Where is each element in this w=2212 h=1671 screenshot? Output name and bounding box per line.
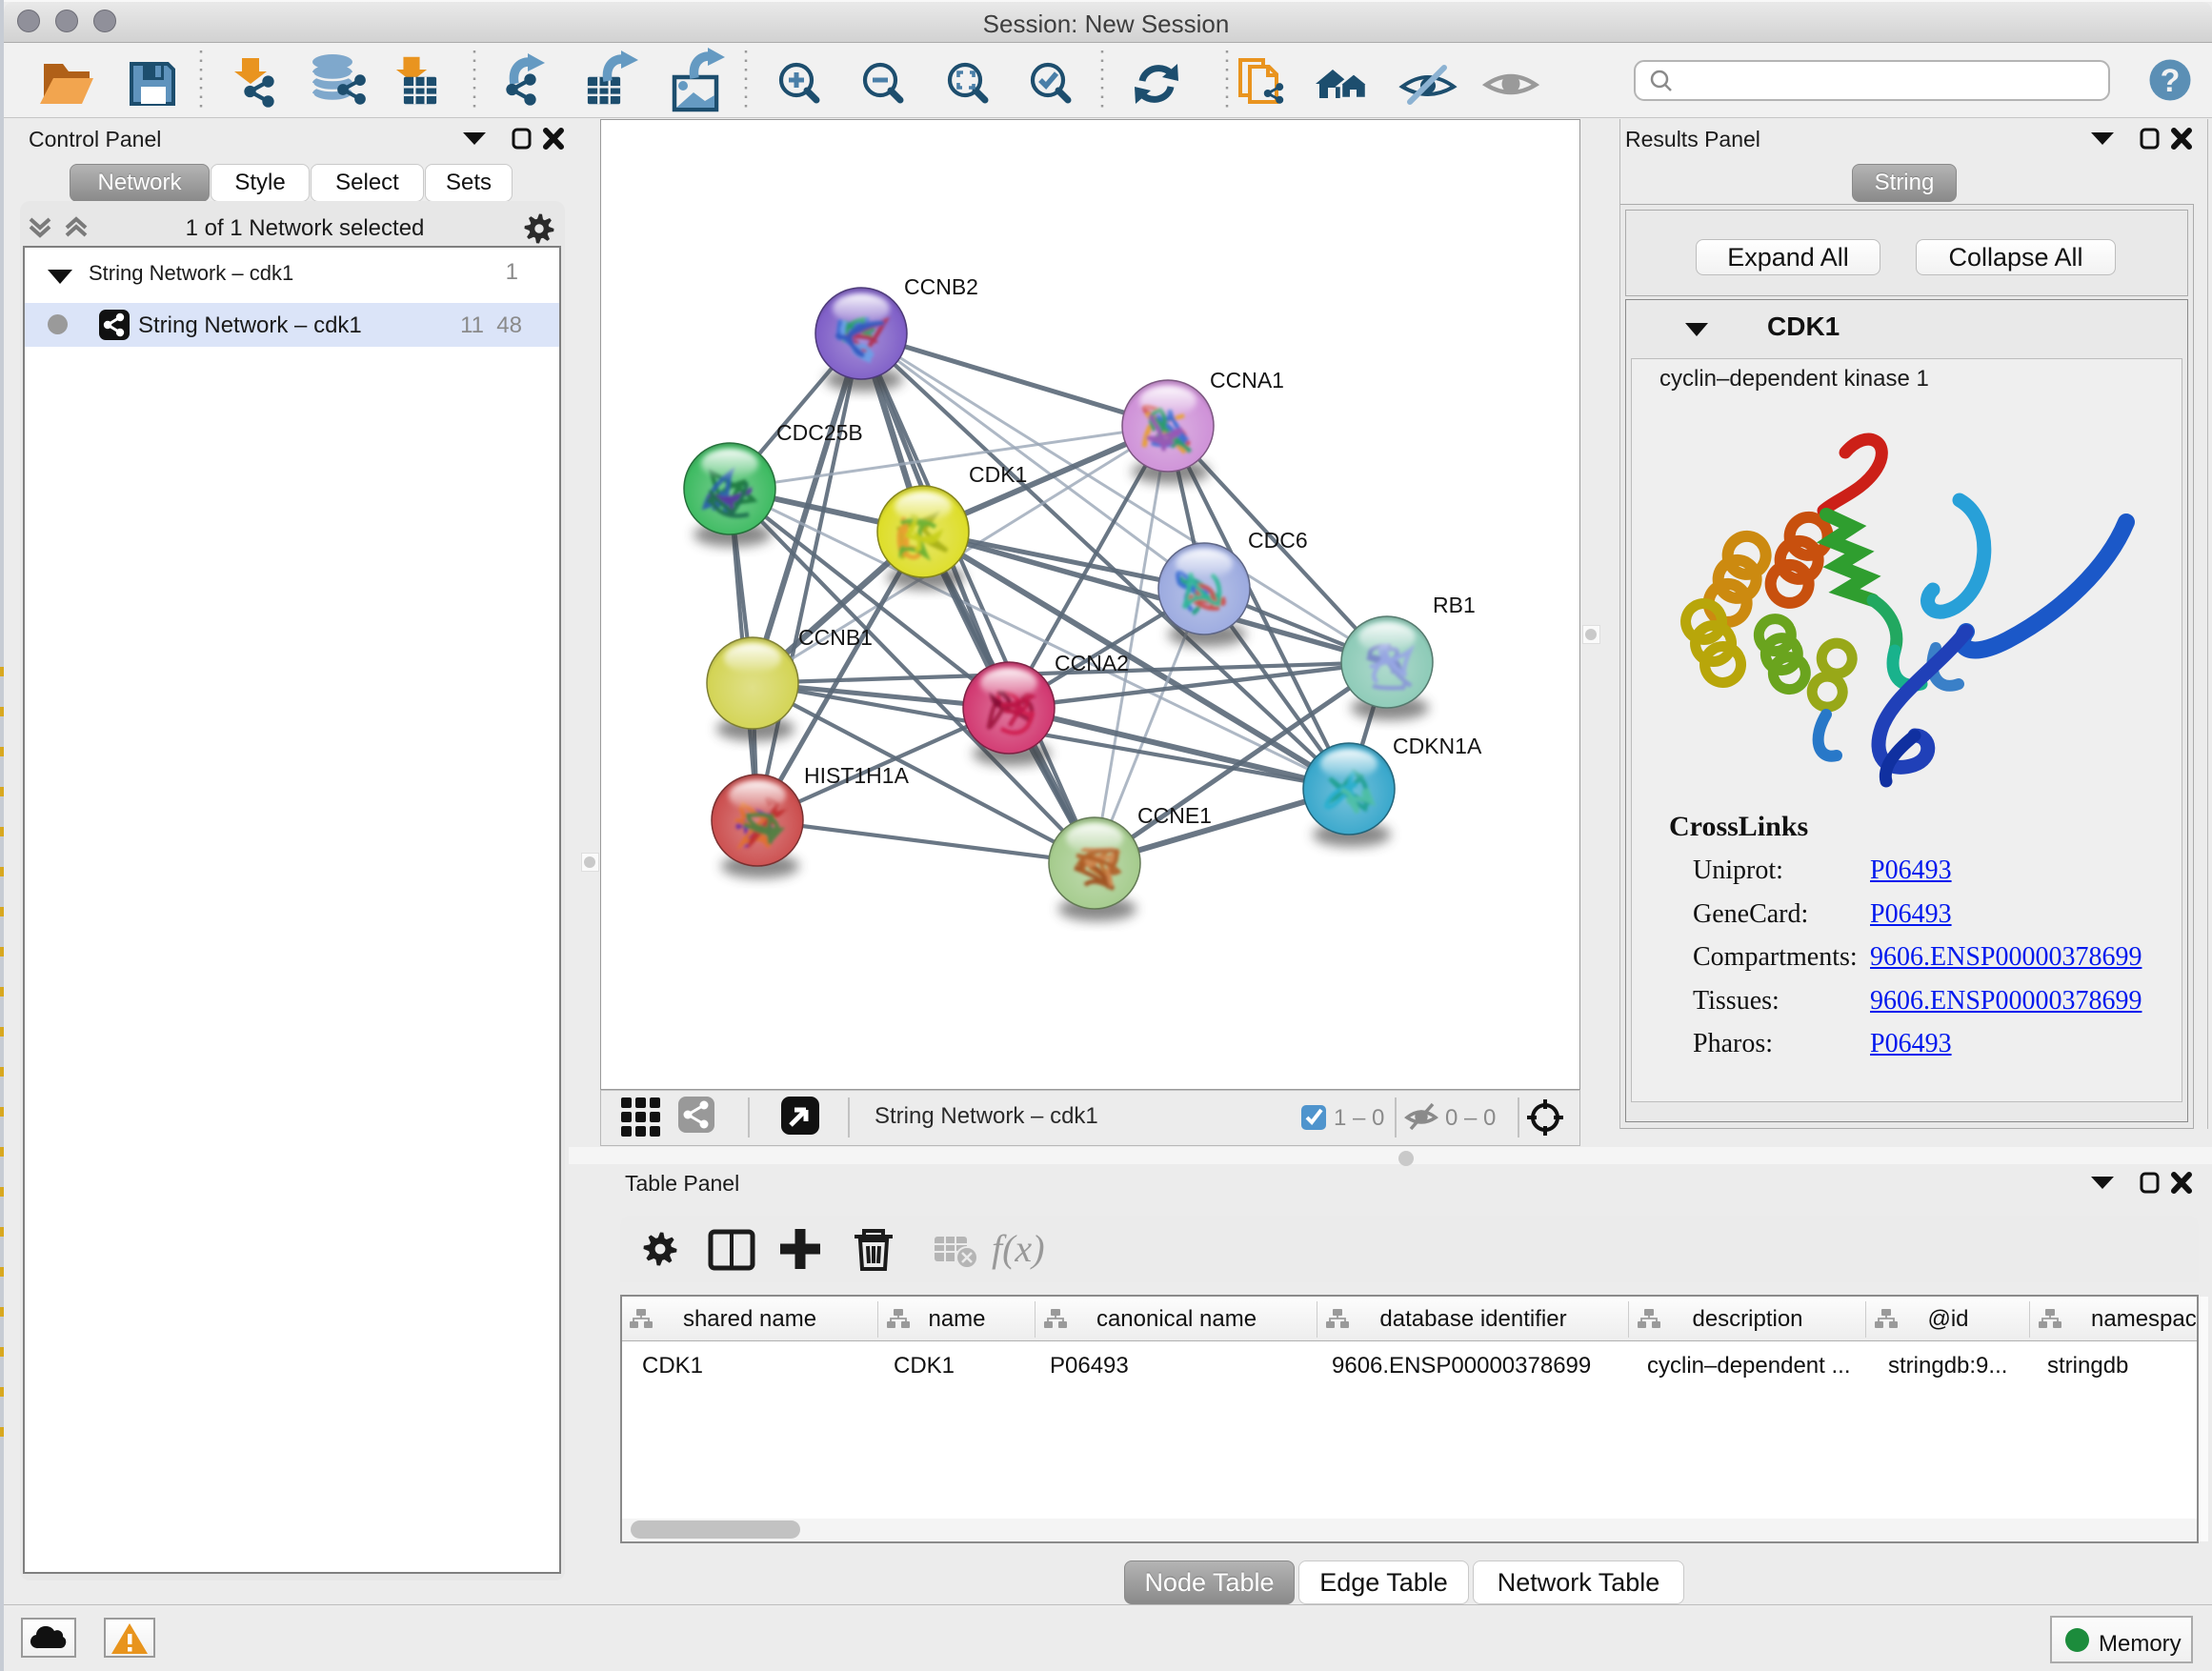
svg-text:CDK1: CDK1 <box>969 462 1027 487</box>
svg-text:CCNB1: CCNB1 <box>798 625 873 650</box>
svg-text:f(x): f(x) <box>992 1227 1045 1270</box>
svg-text:CCNA2: CCNA2 <box>1055 651 1129 675</box>
svg-text:CDKN1A: CDKN1A <box>1393 734 1482 758</box>
svg-text:HIST1H1A: HIST1H1A <box>804 763 910 788</box>
svg-text:RB1: RB1 <box>1433 593 1476 617</box>
svg-text:CDC25B: CDC25B <box>776 420 863 445</box>
svg-text:CCNA1: CCNA1 <box>1210 368 1284 393</box>
svg-text:CDC6: CDC6 <box>1248 528 1308 553</box>
svg-text:CCNE1: CCNE1 <box>1137 803 1212 828</box>
svg-text:CCNB2: CCNB2 <box>904 274 978 299</box>
svg-text:?: ? <box>2161 63 2181 99</box>
